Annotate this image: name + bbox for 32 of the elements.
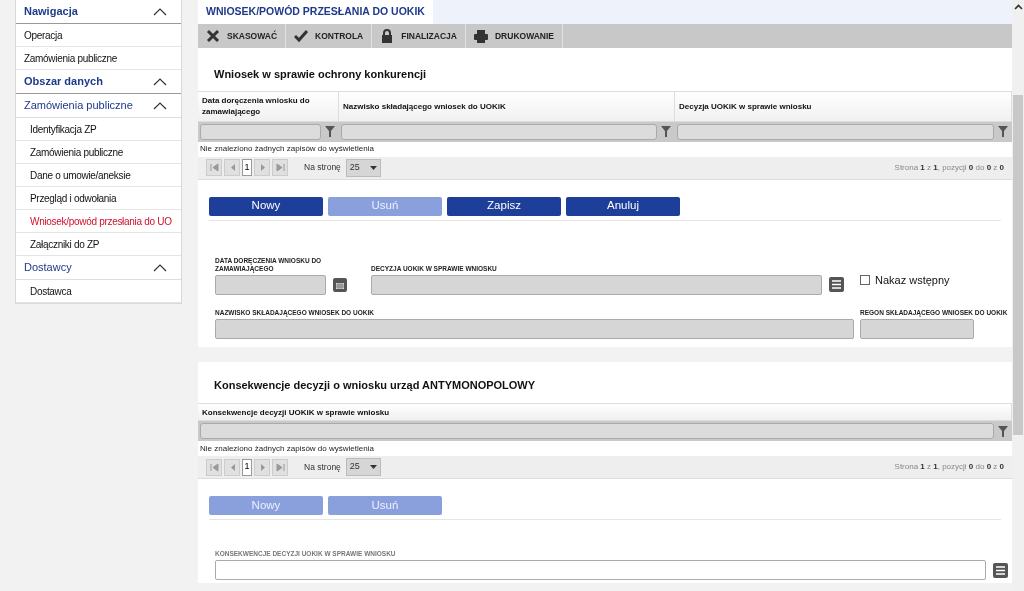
checkbox-label: Nakaz wstępny [875, 273, 950, 288]
action-button[interactable]: Zapisz [447, 196, 561, 216]
sidebar-item[interactable]: Dane o umowie/aneksie [30, 167, 131, 183]
pager-summary: Strona 1 z 1, pozycji 0 do 0 z 0 [894, 161, 1004, 174]
page-field[interactable]: 1 [242, 458, 252, 476]
sidebar-item[interactable]: Zamówienia publiczne [24, 50, 117, 66]
sidebar-heading[interactable]: Nawigacja [24, 3, 78, 20]
sidebar-item[interactable]: Załączniki do ZP [30, 236, 100, 252]
empty-message: Nie znaleziono żadnych zapisów do wyświetlenia [200, 442, 375, 455]
empty-message: Nie znaleziono żadnych zapisów do wyświetlenia [200, 143, 375, 155]
sidebar-item[interactable]: Wniosek/powód przesłania do UO [30, 213, 172, 229]
sidebar-group[interactable]: Dostawcy [24, 259, 72, 276]
sidebar-item[interactable]: Dostawca [30, 283, 72, 299]
column-header[interactable]: Nazwisko składającego wniosek do UOKiK [339, 91, 675, 121]
column-header[interactable]: Data doręczenia wniosku do zamawiającego [198, 91, 339, 121]
per-page-select[interactable]: 25 [345, 458, 381, 476]
action-button[interactable]: Nowy [209, 196, 323, 216]
action-button[interactable]: Anuluj [566, 196, 680, 216]
sidebar-item[interactable]: Operacja [24, 27, 63, 43]
sidebar-item[interactable]: Identyfikacja ZP [30, 121, 97, 137]
sidebar-item[interactable]: Przegląd i odwołania [30, 190, 117, 206]
sidebar-item[interactable]: Zamówienia publiczne [30, 144, 123, 160]
sidebar-heading[interactable]: Obszar danych [24, 73, 103, 90]
per-page-label: Na stronę [304, 460, 341, 474]
section-title: Wniosek w sprawie ochrony konkurencji [214, 67, 428, 82]
sidebar-group[interactable]: Zamówienia publiczne [24, 97, 133, 114]
section-title: Konsekwencje decyzji o wniosku urząd ANTYMONOPOLOWY [214, 377, 537, 393]
per-page-select[interactable]: 25 [345, 158, 381, 177]
page-field[interactable]: 1 [242, 159, 252, 176]
tab[interactable]: WNIOSEK/POWÓD PRZESŁANIA DO UOKIK [198, 0, 433, 24]
pager-summary: Strona 1 z 1, pozycji 0 do 0 z 0 [894, 461, 1004, 473]
per-page-label: Na stronę [304, 161, 341, 174]
